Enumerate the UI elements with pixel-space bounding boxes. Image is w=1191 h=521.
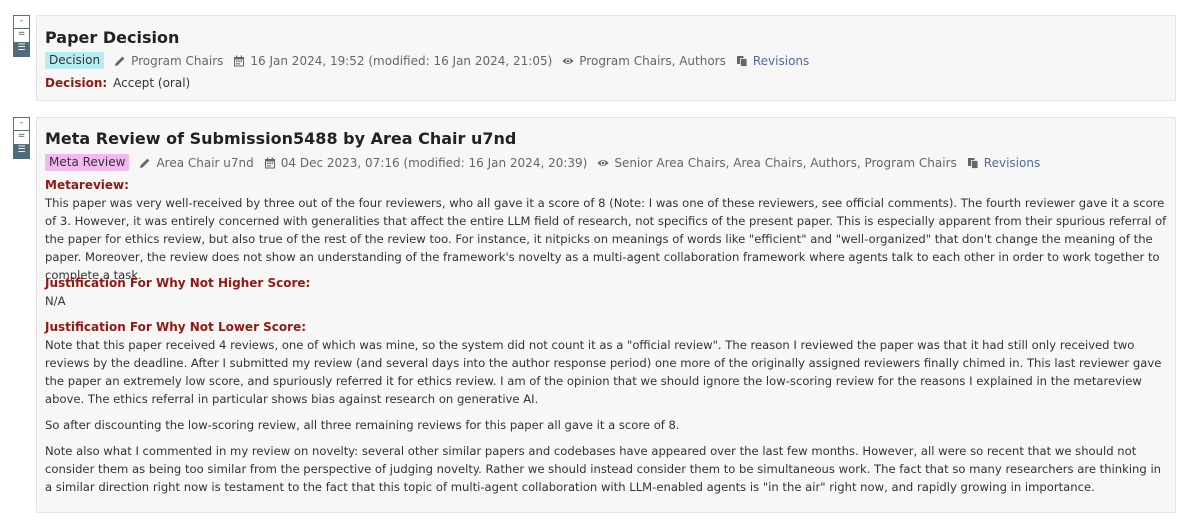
meta-review-note: Meta Review of Submission5488 by Area Ch… xyxy=(36,117,1176,513)
signature-text: Area Chair u7nd xyxy=(156,155,254,170)
invitation-badge: Meta Review xyxy=(45,154,130,171)
readers-text: Senior Area Chairs, Area Chairs, Authors… xyxy=(614,155,957,170)
note-view-controls: - = ☰ xyxy=(13,117,30,159)
decision-note: Paper Decision Decision Program Chairs 1… xyxy=(36,15,1176,101)
invitation-badge: Decision xyxy=(45,52,105,69)
lower-score-field: Justification For Why Not Lower Score: N… xyxy=(45,318,1167,496)
collapse-button[interactable]: - xyxy=(13,117,30,131)
date: 16 Jan 2024, 19:52 (modified: 16 Jan 202… xyxy=(233,54,552,68)
signature-text: Program Chairs xyxy=(131,53,224,68)
decision-field: Decision: Accept (oral) xyxy=(45,76,190,90)
eye-icon xyxy=(597,157,609,169)
expand-partial-button[interactable]: = xyxy=(13,131,30,145)
eye-icon xyxy=(562,55,574,67)
lower-score-label: Justification For Why Not Lower Score: xyxy=(45,320,307,334)
higher-score-field: Justification For Why Not Higher Score: … xyxy=(45,274,1167,310)
revisions-link[interactable]: Revisions xyxy=(736,54,809,68)
calendar-icon xyxy=(264,157,276,169)
readers: Senior Area Chairs, Area Chairs, Authors… xyxy=(597,155,957,170)
expand-full-button[interactable]: ☰ xyxy=(13,43,30,57)
date-text: 16 Jan 2024, 19:52 (modified: 16 Jan 202… xyxy=(250,53,553,68)
pencil-icon xyxy=(139,157,151,169)
metareview-text: This paper was very well-received by thr… xyxy=(45,196,1167,282)
signature: Program Chairs xyxy=(114,54,223,68)
pencil-icon xyxy=(114,55,126,67)
note-title: Paper Decision xyxy=(45,28,180,47)
higher-score-text: N/A xyxy=(45,294,66,308)
date-text: 04 Dec 2023, 07:16 (modified: 16 Jan 202… xyxy=(280,155,588,170)
decision-label: Decision: xyxy=(45,76,108,90)
revisions-label[interactable]: Revisions xyxy=(984,156,1040,170)
expand-partial-button[interactable]: = xyxy=(13,29,30,43)
note-view-controls: - = ☰ xyxy=(13,15,30,57)
lower-score-paragraph: So after discounting the low-scoring rev… xyxy=(45,418,680,432)
date: 04 Dec 2023, 07:16 (modified: 16 Jan 202… xyxy=(264,155,588,170)
calendar-icon xyxy=(233,55,245,67)
copy-icon xyxy=(736,55,748,67)
note-meta-row: Meta Review Area Chair u7nd 04 Dec 2023,… xyxy=(45,154,1040,171)
copy-icon xyxy=(967,157,979,169)
decision-value: Accept (oral) xyxy=(113,76,191,90)
expand-full-button[interactable]: ☰ xyxy=(13,145,30,159)
metareview-label: Metareview: xyxy=(45,178,129,192)
lower-score-paragraph: Note that this paper received 4 reviews,… xyxy=(45,338,1162,406)
revisions-link[interactable]: Revisions xyxy=(967,156,1040,170)
metareview-field: Metareview: This paper was very well-rec… xyxy=(45,176,1167,284)
readers: Program Chairs, Authors xyxy=(562,54,726,68)
revisions-label[interactable]: Revisions xyxy=(753,54,809,68)
signature: Area Chair u7nd xyxy=(139,155,254,170)
readers-text: Program Chairs, Authors xyxy=(579,53,726,68)
lower-score-paragraph: Note also what I commented in my review … xyxy=(45,444,1162,494)
collapse-button[interactable]: - xyxy=(13,15,30,29)
higher-score-label: Justification For Why Not Higher Score: xyxy=(45,276,311,290)
note-meta-row: Decision Program Chairs 16 Jan 2024, 19:… xyxy=(45,52,809,69)
note-title: Meta Review of Submission5488 by Area Ch… xyxy=(45,129,517,148)
